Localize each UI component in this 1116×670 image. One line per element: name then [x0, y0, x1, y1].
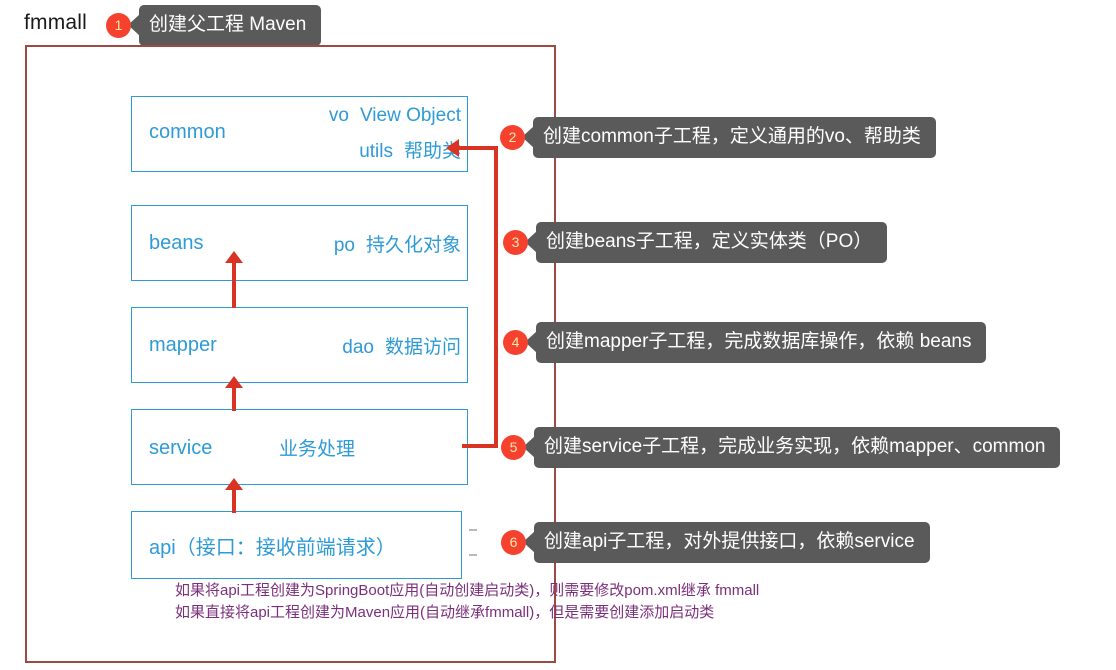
module-detail-rows-mapper: dao 数据访问: [342, 308, 461, 382]
diagram-canvas: fmmall 1 创建父工程 Maven common vo View Obje…: [0, 0, 1116, 670]
step-badge-6: 6: [501, 529, 526, 555]
module-detail-rows-service: 业务处理: [268, 410, 355, 484]
step-callout-3[interactable]: 3 创建beans子工程，定义实体类（PO）: [503, 222, 888, 263]
module-name-api: api（接口：接收前端请求）: [149, 537, 396, 559]
module-detail-abbr: po: [333, 234, 355, 256]
dependency-arrowhead-icon-to-common: [446, 139, 459, 157]
module-detail-desc: View Object: [359, 105, 461, 126]
module-box-service[interactable]: service 业务处理: [131, 409, 468, 485]
api-box-dash-marker: [469, 554, 477, 556]
module-detail-row: 业务处理: [268, 434, 355, 461]
step-text-6: 创建api子工程，对外提供接口，依赖service: [534, 522, 930, 563]
api-box-dash-marker: [469, 529, 477, 531]
footer-note-line: 如果直接将api工程创建为Maven应用(自动继承fmmall)，但是需要创建添…: [175, 603, 715, 621]
step-text-4: 创建mapper子工程，完成数据库操作，依赖 beans: [536, 322, 987, 363]
module-detail-row: dao 数据访问: [342, 332, 461, 359]
step-badge-4: 4: [503, 329, 528, 355]
module-name-service: service: [149, 437, 213, 459]
module-box-mapper[interactable]: mapper dao 数据访问: [131, 307, 468, 383]
dependency-arrow-api-to-service: [232, 487, 236, 513]
module-detail-abbr: dao: [342, 336, 374, 358]
step-callout-5[interactable]: 5 创建service子工程，完成业务实现，依赖mapper、common: [501, 427, 1061, 468]
module-detail-abbr: utils: [359, 141, 393, 162]
module-box-common[interactable]: common vo View Object utils 帮助类: [131, 96, 468, 172]
module-detail-rows-common: vo View Object utils 帮助类: [329, 97, 461, 171]
module-name-beans: beans: [149, 232, 204, 254]
module-detail-rows-beans: po 持久化对象: [334, 206, 461, 280]
dependency-connector-service-common-segment: [462, 444, 498, 448]
step-text-1: 创建父工程 Maven: [139, 5, 322, 46]
step-callout-6[interactable]: 6 创建api子工程，对外提供接口，依赖service: [501, 522, 930, 563]
step-text-5: 创建service子工程，完成业务实现，依赖mapper、common: [534, 427, 1061, 468]
footer-notes: 如果将api工程创建为SpringBoot应用(自动创建启动类)，则需要修改po…: [175, 580, 759, 624]
module-detail-abbr: vo: [328, 105, 349, 126]
step-callout-1[interactable]: 1 创建父工程 Maven: [106, 5, 322, 46]
module-detail-desc: 数据访问: [384, 336, 461, 358]
dependency-connector-service-common-segment: [458, 146, 498, 150]
step-badge-5: 5: [501, 434, 526, 460]
module-detail-desc: 业务处理: [278, 438, 355, 460]
dependency-connector-service-common-segment: [494, 146, 498, 448]
module-box-beans[interactable]: beans po 持久化对象: [131, 205, 468, 281]
footer-note-line: 如果将api工程创建为SpringBoot应用(自动创建启动类)，则需要修改po…: [175, 582, 760, 599]
module-name-common: common: [149, 121, 226, 143]
module-box-api[interactable]: api（接口：接收前端请求）: [131, 511, 462, 579]
step-callout-4[interactable]: 4 创建mapper子工程，完成数据库操作，依赖 beans: [503, 322, 987, 363]
module-detail-desc: 持久化对象: [365, 234, 461, 256]
module-detail-row: vo View Object: [329, 105, 461, 127]
step-text-2: 创建common子工程，定义通用的vo、帮助类: [533, 117, 936, 158]
step-callout-2[interactable]: 2 创建common子工程，定义通用的vo、帮助类: [500, 117, 936, 158]
step-badge-1: 1: [106, 12, 131, 38]
module-name-mapper: mapper: [149, 334, 217, 356]
step-text-3: 创建beans子工程，定义实体类（PO）: [536, 222, 888, 263]
module-detail-row: po 持久化对象: [334, 230, 461, 257]
root-project-label: fmmall: [24, 11, 88, 34]
step-badge-2: 2: [500, 124, 525, 150]
step-badge-3: 3: [503, 229, 528, 255]
dependency-arrow-service-to-mapper: [232, 385, 236, 411]
dependency-arrow-mapper-to-beans: [232, 260, 236, 308]
